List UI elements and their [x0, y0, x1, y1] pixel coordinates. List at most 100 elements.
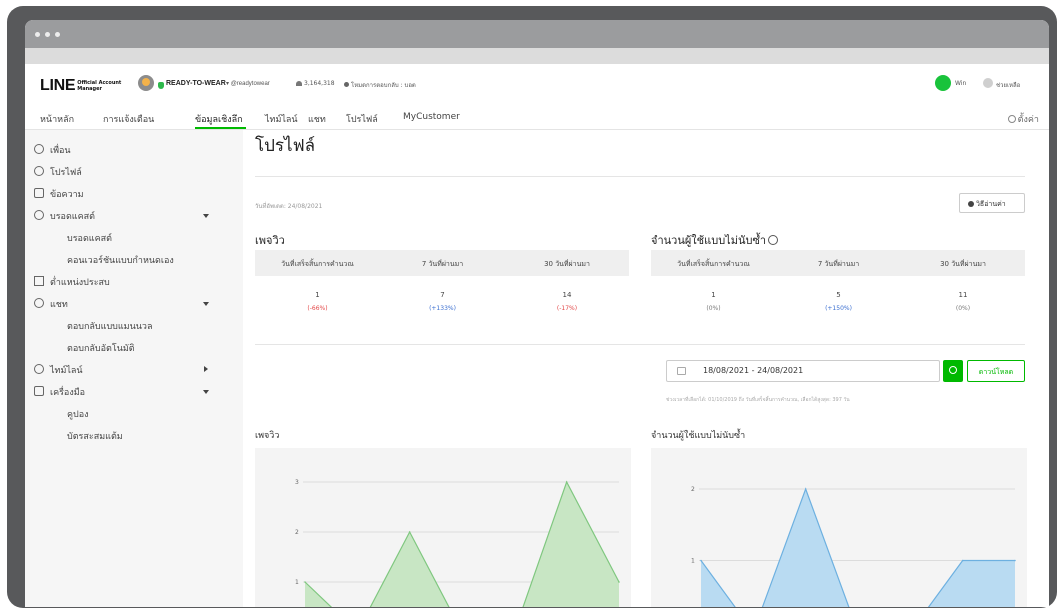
browser-window: LINE Official Account Manager READY-TO-W…: [25, 20, 1049, 607]
chevron-down-icon[interactable]: [203, 302, 209, 306]
help-link[interactable]: ช่วยเหลือ: [996, 80, 1020, 90]
search-button[interactable]: [943, 360, 963, 382]
question-icon: [968, 201, 974, 207]
window-controls: [35, 32, 60, 37]
sidebar-item-messages[interactable]: ข้อความ: [50, 187, 84, 201]
sidebar-subitem-manual-reply[interactable]: ตอบกลับแบบแมนนวล: [67, 319, 152, 333]
data-point[interactable]: [804, 488, 807, 490]
chevron-right-icon[interactable]: [204, 366, 208, 372]
pageviews-chart-svg: 1 2 3: [295, 479, 620, 607]
sidebar-item-friends[interactable]: เพื่อน: [50, 143, 71, 157]
column-header: วันที่เสร็จสิ้นการคำนวณ: [281, 260, 354, 268]
address-strip: [25, 48, 1049, 64]
message-icon: [34, 188, 44, 198]
nav-timeline[interactable]: ไทม์ไลน์: [265, 112, 298, 126]
y-tick-label: 2: [295, 529, 299, 536]
pageviews-value: 7: [440, 291, 445, 299]
unique-users-table-header: วันที่เสร็จสิ้นการคำนวณ 7 วันที่ผ่านมา 3…: [651, 250, 1025, 276]
help-icon[interactable]: [983, 78, 993, 88]
chart-title-pageviews: เพจวิว: [255, 431, 280, 441]
sidebar-subitem-reward-card[interactable]: บัตรสะสมแต้ม: [67, 429, 123, 443]
chevron-down-icon[interactable]: [203, 214, 209, 218]
clock-icon: [34, 364, 44, 374]
sidebar-subitem-custom-conversion[interactable]: คอนเวอร์ชันแบบกำหนดเอง: [67, 253, 174, 267]
unique-users-chart-svg: 12: [691, 486, 1016, 607]
logo-text: LINE: [40, 77, 76, 94]
column-header: 30 วันที่ผ่านมา: [544, 260, 590, 268]
unique-users-title-text: จำนวนผู้ใช้แบบไม่นับซ้ำ: [651, 234, 767, 247]
date-range-input[interactable]: 18/08/2021 - 24/08/2021: [666, 360, 940, 382]
app-header: LINE Official Account Manager READY-TO-W…: [25, 64, 1049, 106]
pageviews-value: 1: [315, 291, 320, 299]
line-oa-logo[interactable]: LINE Official Account Manager: [40, 77, 121, 95]
pageviews-value: 14: [562, 291, 572, 299]
response-mode[interactable]: โหมดการตอบกลับ : บอต: [344, 80, 416, 90]
chevron-down-icon[interactable]: [203, 390, 209, 394]
data-point[interactable]: [961, 559, 964, 562]
data-point[interactable]: [618, 581, 620, 583]
active-tab-indicator: [195, 127, 246, 129]
column-header: 30 วันที่ผ่านมา: [940, 260, 986, 268]
nav-insights[interactable]: ข้อมูลเชิงลึก: [195, 112, 243, 126]
friend-count: 3,164,318: [296, 80, 335, 87]
account-name[interactable]: READY-TO-WEAR: [166, 80, 226, 87]
user-avatar[interactable]: [935, 75, 951, 91]
y-tick-label: 1: [295, 579, 299, 586]
data-point[interactable]: [565, 481, 568, 483]
content-area: เพื่อน โปรไฟล์ ข้อความ บรอดแคสต์ บรอดแคส…: [25, 130, 1049, 607]
divider: [255, 344, 1025, 345]
main-panel: โปรไฟล์ วันที่อัพเดต: 24/08/2021 วิธีอ่า…: [255, 130, 1035, 607]
pageviews-table-header: วันที่เสร็จสิ้นการคำนวณ 7 วันที่ผ่านมา 3…: [255, 250, 629, 276]
account-id[interactable]: ▾ @readytowear: [226, 80, 270, 87]
account-avatar[interactable]: [138, 75, 154, 91]
data-point[interactable]: [408, 531, 411, 533]
pageviews-title: เพจวิว: [255, 234, 285, 247]
sidebar-subitem-auto-reply[interactable]: ตอบกลับอัตโนมัติ: [67, 341, 135, 355]
minimize-window-dot[interactable]: [45, 32, 50, 37]
close-window-dot[interactable]: [35, 32, 40, 37]
logo-sub-2: Manager: [77, 86, 102, 92]
pageviews-change: (-17%): [556, 305, 578, 312]
sidebar: เพื่อน โปรไฟล์ ข้อความ บรอดแคสต์ บรอดแคส…: [25, 130, 243, 607]
sidebar-item-profile[interactable]: โปรไฟล์: [50, 165, 82, 179]
sidebar-subitem-broadcast[interactable]: บรอดแคสต์: [67, 231, 112, 245]
guide-button-label: วิธีอ่านค่า: [976, 200, 1006, 208]
sidebar-subitem-coupons[interactable]: คูปอง: [67, 407, 89, 421]
unique-users-title: จำนวนผู้ใช้แบบไม่นับซ้ำ: [651, 231, 779, 249]
chart-title-unique-users: จำนวนผู้ใช้แบบไม่นับซ้ำ: [651, 431, 746, 441]
sidebar-item-timeline[interactable]: ไทม์ไลน์: [50, 363, 83, 377]
nav-mycustomer[interactable]: MyCustomer: [403, 112, 460, 122]
question-icon[interactable]: [768, 235, 779, 245]
user-name[interactable]: Win: [955, 80, 966, 87]
data-point[interactable]: [304, 581, 306, 583]
sidebar-item-position[interactable]: ต่ำแหน่งประสบ: [50, 275, 110, 289]
page-title: โปรไฟล์: [255, 136, 316, 156]
column-header: วันที่เสร็จสิ้นการคำนวณ: [677, 260, 750, 268]
broadcast-icon: [34, 210, 44, 220]
settings-link[interactable]: ตั้งค่า: [1007, 112, 1039, 126]
nav-chat[interactable]: แชท: [308, 112, 326, 126]
friend-count-text: 3,164,318: [304, 80, 335, 87]
date-range-text: 18/08/2021 - 24/08/2021: [703, 366, 804, 375]
sidebar-item-chat[interactable]: แชท: [50, 297, 68, 311]
unique-users-value: 5: [836, 291, 841, 299]
unique-users-change: (+150%): [825, 305, 852, 312]
data-point[interactable]: [1014, 559, 1016, 562]
download-button[interactable]: ดาวน์โหลด: [967, 360, 1025, 382]
gear-icon: [1007, 115, 1016, 123]
nav-home[interactable]: หน้าหลัก: [40, 112, 74, 126]
maximize-window-dot[interactable]: [55, 32, 60, 37]
nav-profile[interactable]: โปรไฟล์: [346, 112, 378, 126]
unique-users-chart: 12: [651, 448, 1027, 607]
y-tick-label: 2: [691, 486, 695, 493]
friends-icon: [34, 144, 44, 154]
guide-button[interactable]: วิธีอ่านค่า: [959, 193, 1025, 213]
main-nav: หน้าหลัก การแจ้งเตือน ข้อมูลเชิงลึก ไทม์…: [25, 106, 1049, 130]
sidebar-item-tools[interactable]: เครื่องมือ: [50, 385, 85, 399]
mode-label: โหมดการตอบกลับ : บอต: [351, 82, 416, 89]
data-point[interactable]: [700, 559, 702, 562]
profile-icon: [34, 166, 44, 176]
sidebar-item-broadcast[interactable]: บรอดแคสต์: [50, 209, 95, 223]
nav-notifications[interactable]: การแจ้งเตือน: [103, 112, 154, 126]
verified-shield-icon: [158, 82, 164, 89]
